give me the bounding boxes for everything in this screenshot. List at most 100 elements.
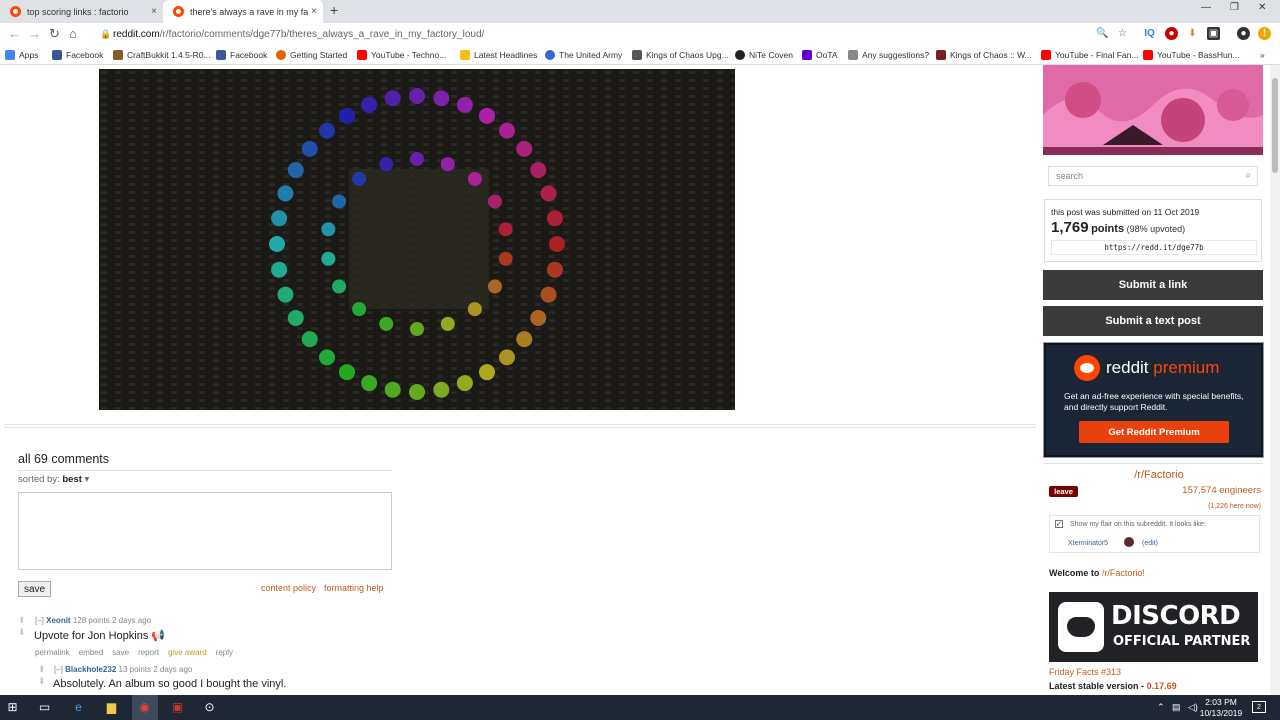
rave-light	[287, 162, 304, 178]
chrome-icon[interactable]: ◉	[137, 700, 152, 715]
downvote-arrow-icon[interactable]: ⬇	[38, 677, 46, 686]
file-explorer-icon[interactable]: ▆	[104, 700, 119, 715]
bookmark-kings-of-chaos-w[interactable]: Kings of Chaos :: W...	[936, 50, 1032, 60]
grid-icon	[632, 50, 642, 60]
rave-light	[498, 251, 513, 266]
tab-rave-factory[interactable]: there's always a rave in my factory ×	[163, 0, 323, 23]
iq-extension-icon[interactable]: IQ	[1143, 27, 1156, 40]
windows-start-icon[interactable]: ⊞	[5, 700, 20, 715]
get-reddit-premium-button[interactable]: Get Reddit Premium	[1079, 421, 1229, 443]
embed-link[interactable]: embed	[79, 648, 103, 657]
scrollbar-thumb[interactable]	[1272, 78, 1278, 173]
flair-edit-link[interactable]: (edit)	[1142, 540, 1158, 547]
post-image[interactable]	[99, 69, 735, 410]
bookmark-any-suggestions[interactable]: Any suggestions?	[848, 50, 929, 60]
restore-icon[interactable]: ❐	[1230, 2, 1239, 13]
extension-dark-icon[interactable]: ▣	[1207, 27, 1220, 40]
subreddit-name-link[interactable]: /r/Factorio	[1044, 469, 1270, 481]
search-input[interactable]: search ⌕	[1048, 166, 1258, 186]
bookmark-nite-coven[interactable]: NiTe Coven	[735, 50, 793, 60]
reply-link[interactable]: reply	[216, 648, 233, 657]
network-icon[interactable]: ▤	[1172, 702, 1181, 713]
discord-partner-banner[interactable]: DISCORD OFFICIAL PARTNER	[1049, 592, 1258, 662]
welcome-subreddit-link[interactable]: /r/Factorio!	[1102, 568, 1145, 578]
sort-value[interactable]: best	[62, 474, 82, 485]
bookmark-oota[interactable]: OoTA	[802, 50, 838, 60]
formatting-help-link[interactable]: formatting help	[324, 583, 384, 593]
comment-header: [–] Xeonit 128 points 2 days ago	[35, 616, 151, 625]
taskbar-clock[interactable]: 2:03 PM 10/13/2019	[1196, 697, 1246, 719]
collapse-toggle[interactable]: [–]	[54, 665, 63, 674]
tab-close-icon[interactable]: ×	[311, 6, 317, 17]
rave-light	[379, 157, 394, 172]
bookmark-facebook-2[interactable]: Facebook	[216, 50, 267, 60]
content-policy-link[interactable]: content policy	[261, 583, 316, 593]
leave-button[interactable]: leave	[1049, 486, 1078, 497]
notifications-icon[interactable]: 2	[1252, 701, 1266, 713]
report-link[interactable]: report	[138, 648, 159, 657]
edge-icon[interactable]: e	[71, 700, 86, 715]
profile-avatar-icon[interactable]: ●	[1237, 27, 1250, 40]
reload-icon[interactable]: ↻	[49, 26, 60, 42]
bookmark-youtube-techno[interactable]: YouTube - Techno...	[357, 50, 446, 60]
facebook-icon	[216, 50, 226, 60]
bookmark-kings-of-chaos-upg[interactable]: Kings of Chaos Upg...	[632, 50, 729, 60]
downvote-arrow-icon[interactable]: ⬇	[18, 628, 26, 637]
rave-light	[487, 194, 502, 209]
upvote-arrow-icon[interactable]: ⬆	[18, 616, 26, 625]
tab-top-scoring-links[interactable]: top scoring links : factorio ×	[0, 0, 163, 23]
bookmark-youtube-basshun[interactable]: YouTube - BassHun...	[1143, 50, 1240, 60]
comment-body: Upvote for Jon Hopkins 📢	[34, 629, 165, 642]
zoom-icon[interactable]: 🔍	[1096, 27, 1109, 40]
url-field[interactable]: 🔒 reddit.com/r/factorio/comments/dge77b/…	[98, 25, 1110, 44]
bookmarks-overflow-button[interactable]: »	[1260, 50, 1265, 60]
bookmark-star-icon[interactable]: ☆	[1116, 27, 1129, 40]
show-hidden-icons-icon[interactable]: ⌃	[1157, 702, 1165, 713]
save-link[interactable]: save	[112, 648, 129, 657]
permalink-link[interactable]: permalink	[35, 648, 70, 657]
home-icon[interactable]: ⌂	[69, 26, 77, 41]
new-tab-button[interactable]: +	[330, 2, 338, 18]
submit-text-post-button[interactable]: Submit a text post	[1043, 306, 1263, 336]
collapse-toggle[interactable]: [–]	[35, 616, 44, 625]
give-award-link[interactable]: give award	[168, 648, 207, 657]
tab-close-icon[interactable]: ×	[151, 6, 157, 17]
app-icon[interactable]: ▣	[170, 700, 185, 715]
rave-light	[530, 162, 547, 178]
comment-author[interactable]: Xeonit	[46, 616, 70, 625]
bookmark-getting-started[interactable]: Getting Started	[276, 50, 347, 60]
youtube-icon	[1041, 50, 1051, 60]
forward-icon[interactable]: →	[28, 26, 41, 41]
bookmark-facebook[interactable]: Facebook	[52, 50, 103, 60]
steam-icon[interactable]: ⊙	[202, 700, 217, 715]
bookmark-craftbukkit[interactable]: CraftBukkit 1.4.5-R0...	[113, 50, 211, 60]
comment-textarea[interactable]	[18, 492, 392, 570]
shortlink-field[interactable]: https://redd.it/dge77b	[1051, 240, 1257, 255]
bookmark-latest-headlines[interactable]: Latest Headlines	[460, 50, 537, 60]
save-comment-button[interactable]: save	[18, 581, 51, 597]
extension-red-icon[interactable]: ●	[1165, 27, 1178, 40]
rave-light	[361, 96, 378, 113]
bookmark-label: Kings of Chaos :: W...	[950, 50, 1032, 60]
task-view-icon[interactable]: ▭	[37, 700, 52, 715]
update-alert-icon[interactable]: !	[1258, 27, 1271, 40]
comment-author[interactable]: Blackhole232	[65, 665, 116, 674]
back-icon[interactable]: ←	[8, 26, 21, 41]
upvote-arrow-icon[interactable]: ⬆	[38, 665, 46, 674]
latest-version-label: Latest stable version -	[1049, 681, 1145, 691]
comment-meta: 13 points 2 days ago	[118, 665, 193, 674]
premium-description: Get an ad-free experience with special b…	[1064, 391, 1244, 412]
chevron-down-icon[interactable]: ▾	[85, 474, 90, 485]
search-icon[interactable]: ⌕	[1245, 170, 1251, 181]
sort-control[interactable]: sorted by: best ▾	[18, 474, 89, 485]
latest-version-link[interactable]: 0.17.69	[1147, 681, 1177, 691]
bookmark-apps[interactable]: Apps	[5, 50, 38, 60]
bookmark-youtube-final-fan[interactable]: YouTube - Final Fan...	[1041, 50, 1138, 60]
download-icon[interactable]: ⬇	[1186, 27, 1199, 40]
submit-link-button[interactable]: Submit a link	[1043, 270, 1263, 300]
minimize-icon[interactable]: —	[1201, 2, 1211, 13]
friday-facts-link[interactable]: Friday Facts #313	[1049, 667, 1121, 677]
close-window-icon[interactable]: ✕	[1258, 2, 1266, 13]
bookmark-united-army[interactable]: The United Army	[545, 50, 622, 60]
show-flair-checkbox[interactable]: ✓	[1055, 520, 1063, 528]
